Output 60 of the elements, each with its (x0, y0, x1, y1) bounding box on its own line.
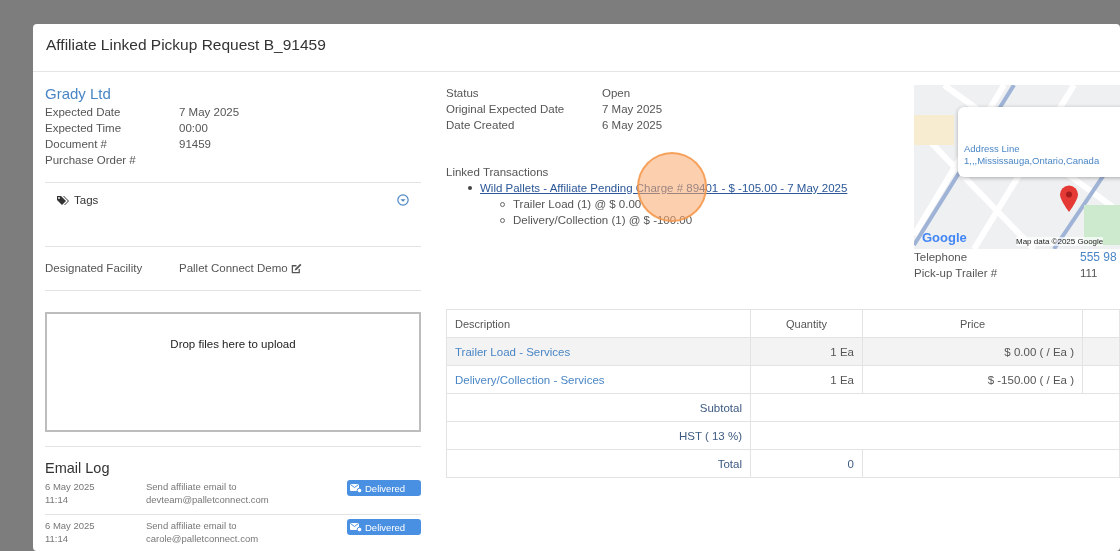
company-link[interactable]: Grady Ltd (45, 85, 421, 102)
field-value: Pallet Connect Demo (179, 261, 288, 276)
field-label: Designated Facility (45, 261, 144, 276)
tags-toggle[interactable]: Tags (57, 194, 99, 206)
field-label: Telephone (914, 250, 969, 265)
field-label: Original Expected Date (446, 102, 566, 117)
log-recipient: devteam@palletconnect.com (146, 493, 270, 506)
phone-link[interactable]: 555 98 (1080, 249, 1117, 265)
log-message: Send affiliate email to (146, 480, 238, 493)
field-value: 7 May 2025 (602, 102, 663, 117)
log-recipient: carole@palletconnect.com (146, 532, 260, 545)
field-value: 111 (1080, 266, 1098, 281)
map-pin-icon (1059, 185, 1079, 213)
field-label: Status (446, 86, 480, 101)
item-link[interactable]: Trailer Load - Services (455, 345, 571, 358)
total-label: HST ( 13 %) (447, 422, 751, 450)
field-label: Date Created (446, 118, 516, 133)
field-value: 91459 (179, 137, 211, 152)
transaction-line: Trailer Load (1) @ $ 0.00 (513, 197, 642, 212)
chevron-circle-icon[interactable] (397, 194, 409, 206)
bullet-icon (468, 186, 472, 190)
section-heading: Email Log (45, 460, 111, 476)
field-value: 6 May 2025 (602, 118, 663, 133)
field-value: Open (602, 86, 631, 101)
table-cell: $ -150.00 ( / Ea ) (863, 366, 1083, 394)
envelope-icon (350, 483, 362, 493)
status-badge: Delivered (347, 519, 421, 535)
table-cell: 1 Ea (751, 338, 863, 366)
transaction-link[interactable]: Wild Pallets - Affiliate Pending Charge # 89401 - $ -105.00 - 7 May 2025 (480, 180, 848, 196)
field-label: Expected Date (45, 105, 122, 120)
edit-icon (290, 262, 302, 274)
map-attribution: Map data ©2025 Google (1016, 237, 1104, 246)
field-value: 7 May 2025 (179, 105, 240, 120)
map-logo: Google (922, 230, 967, 245)
log-date: 6 May 2025 (45, 519, 96, 532)
total-label: Total (447, 450, 751, 478)
drop-hint: Drop files here to upload (170, 338, 296, 352)
log-date: 6 May 2025 (45, 480, 96, 493)
table-cell: $ 0.00 ( / Ea ) (863, 338, 1083, 366)
log-time: 11:14 (45, 532, 70, 545)
table-cell: 1 Ea (751, 366, 863, 394)
tags-icon (57, 194, 70, 206)
field-label: Pick-up Trailer # (914, 266, 999, 281)
total-value: 0 (751, 450, 863, 478)
map-view[interactable]: Address Line 1,,,Mississauga,Ontario,Canada Google Map data ©2025 Google (914, 85, 1120, 249)
field-label: Expected Time (45, 121, 123, 136)
status-badge: Delivered (347, 480, 421, 496)
address-link[interactable]: Address Line 1,,,Mississauga,Ontario,Canada (964, 143, 1120, 167)
dialog-title: Affiliate Linked Pickup Request B_91459 (33, 24, 1120, 72)
field-label: Purchase Order # (45, 153, 137, 168)
total-label: Subtotal (447, 394, 751, 422)
item-link[interactable]: Delivery/Collection - Services (455, 373, 605, 386)
section-label: Linked Transactions (446, 165, 550, 180)
field-label: Document # (45, 137, 108, 152)
table-cell (1083, 366, 1120, 394)
field-value: 00:00 (179, 121, 208, 136)
log-message: Send affiliate email to (146, 519, 238, 532)
envelope-icon (350, 522, 362, 532)
file-drop-zone[interactable]: Drop files here to upload (45, 312, 421, 432)
log-time: 11:14 (45, 493, 70, 506)
